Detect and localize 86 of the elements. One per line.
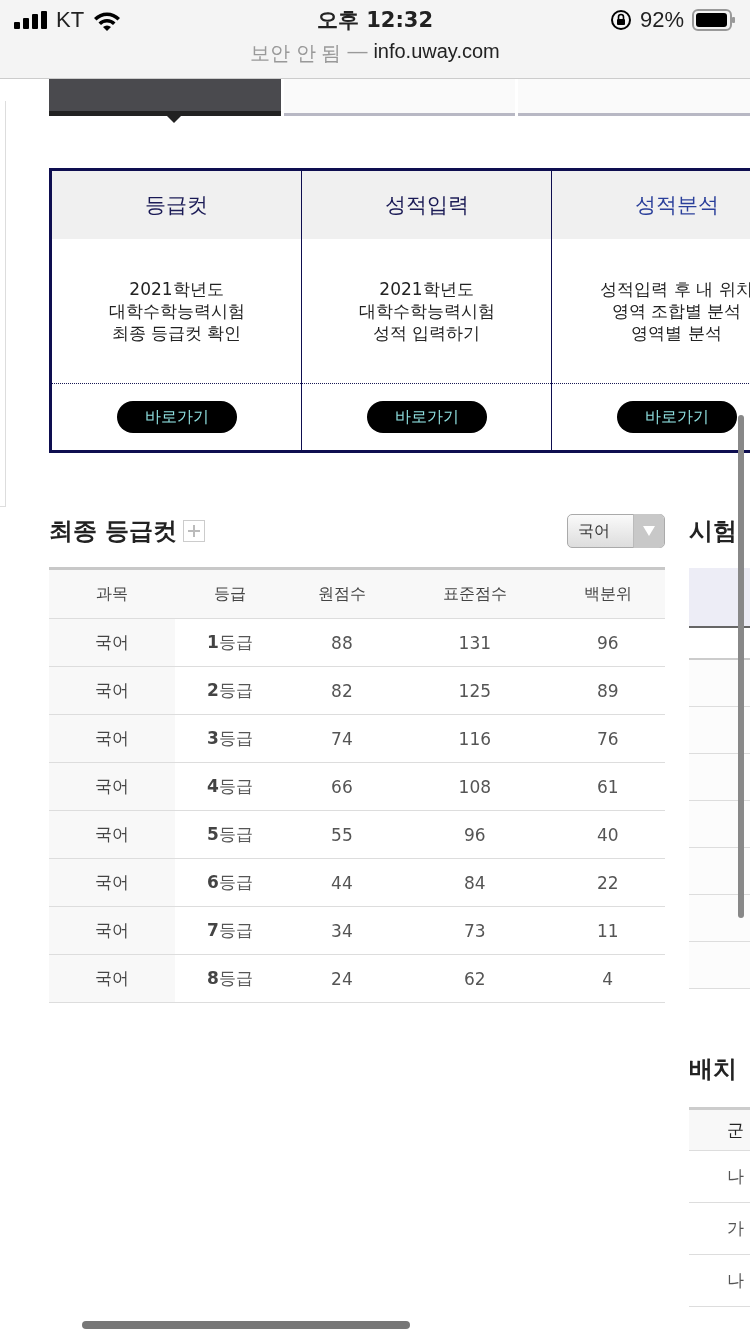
- table-cell: 나: [727, 1269, 744, 1292]
- table-cell: 84: [399, 858, 551, 907]
- table-cell: 131: [399, 618, 551, 667]
- card-title: 성적입력: [302, 171, 551, 239]
- table-cell: 22: [550, 858, 665, 907]
- card-description: 영역별 분석: [631, 322, 722, 344]
- table-cell: 96: [550, 618, 665, 667]
- column-header: 군: [727, 1118, 744, 1142]
- table-cell: 73: [399, 906, 551, 955]
- table-cell: 108: [399, 762, 551, 811]
- signal-icon: [14, 11, 48, 29]
- go-button[interactable]: 바로가기: [366, 401, 487, 433]
- clock: 오후 12:32: [316, 7, 434, 34]
- table-cell: 24: [284, 954, 400, 1003]
- table-cell: 55: [284, 810, 400, 859]
- tab[interactable]: [518, 79, 750, 116]
- wifi-icon: [92, 9, 123, 31]
- table-cell: 가: [727, 1217, 744, 1240]
- battery-percent: 92%: [639, 7, 684, 33]
- column-header: 원점수: [284, 568, 400, 619]
- table-cell: 44: [284, 858, 400, 907]
- table-cell: 116: [399, 714, 551, 763]
- table-cell: 4: [550, 954, 665, 1003]
- column-header: 등급: [175, 568, 285, 619]
- table-cell: 96: [399, 810, 551, 859]
- table-cell: 국어: [49, 906, 175, 955]
- column-header: 과목: [49, 568, 175, 619]
- table-cell: 국어: [49, 858, 175, 907]
- card-description: 대학수학능력시험: [358, 300, 495, 322]
- table-cell: 8등급: [175, 954, 285, 1003]
- security-label: 보안 안 됨: [250, 41, 342, 66]
- table-cell: 4등급: [175, 762, 285, 811]
- subject-dropdown[interactable]: 국어: [567, 514, 665, 548]
- table-cell: 88: [284, 618, 400, 667]
- card-description: 성적 입력하기: [372, 322, 481, 344]
- table-cell: 89: [550, 666, 665, 715]
- table-cell: 6등급: [175, 858, 285, 907]
- home-indicator[interactable]: [82, 1321, 410, 1329]
- column-header: 백분위: [550, 568, 665, 619]
- table-cell: 7등급: [175, 906, 285, 955]
- table-cell: 1등급: [175, 618, 285, 667]
- go-button[interactable]: 바로가기: [616, 401, 737, 433]
- table-cell: 국어: [49, 954, 175, 1003]
- card-description: 대학수학능력시험: [108, 300, 245, 322]
- tab[interactable]: [283, 79, 516, 116]
- table-cell: 국어: [49, 666, 175, 715]
- table-cell: 74: [284, 714, 400, 763]
- table-cell: 62: [399, 954, 551, 1003]
- go-button[interactable]: 바로가기: [116, 401, 237, 433]
- table-header: [689, 568, 750, 628]
- table-cell: 3등급: [175, 714, 285, 763]
- table-cell: 40: [550, 810, 665, 859]
- table-cell: 61: [550, 762, 665, 811]
- carrier-name: KT: [56, 7, 85, 33]
- card-description: 2021학년도: [379, 278, 474, 300]
- card-title: 성적분석: [552, 171, 750, 239]
- table-cell: 국어: [49, 762, 175, 811]
- section-title: 배치: [689, 1054, 738, 1085]
- card-description: 영역 조합별 분석: [611, 300, 742, 322]
- table-cell: 5등급: [175, 810, 285, 859]
- battery-icon: [692, 9, 736, 31]
- pointer-icon: [167, 116, 181, 123]
- table-cell: 나: [727, 1165, 744, 1188]
- table-cell: 82: [284, 666, 400, 715]
- table-cell: 76: [550, 714, 665, 763]
- card-description: 성적입력 후 내 위치: [600, 278, 750, 300]
- column-header: 표준점수: [399, 568, 551, 619]
- table-cell: 66: [284, 762, 400, 811]
- rotation-lock-icon: [609, 9, 632, 31]
- table-cell: 2등급: [175, 666, 285, 715]
- section-title: 최종 등급컷: [49, 516, 178, 547]
- plus-icon[interactable]: [183, 520, 206, 542]
- table-cell: 34: [284, 906, 400, 955]
- url-text[interactable]: info.uway.com: [373, 40, 500, 67]
- table-cell: 국어: [49, 618, 175, 667]
- card-title: 등급컷: [52, 171, 301, 239]
- card-description: 2021학년도: [129, 278, 224, 300]
- scrollbar[interactable]: [738, 415, 744, 918]
- table-cell: 11: [550, 906, 665, 955]
- section-title: 시험: [689, 516, 738, 547]
- table-cell: 125: [399, 666, 551, 715]
- table-cell: 국어: [49, 810, 175, 859]
- table-cell: 국어: [49, 714, 175, 763]
- card-description: 최종 등급컷 확인: [111, 322, 242, 344]
- separator: —: [347, 40, 368, 64]
- dropdown-arrow-icon: [643, 526, 655, 536]
